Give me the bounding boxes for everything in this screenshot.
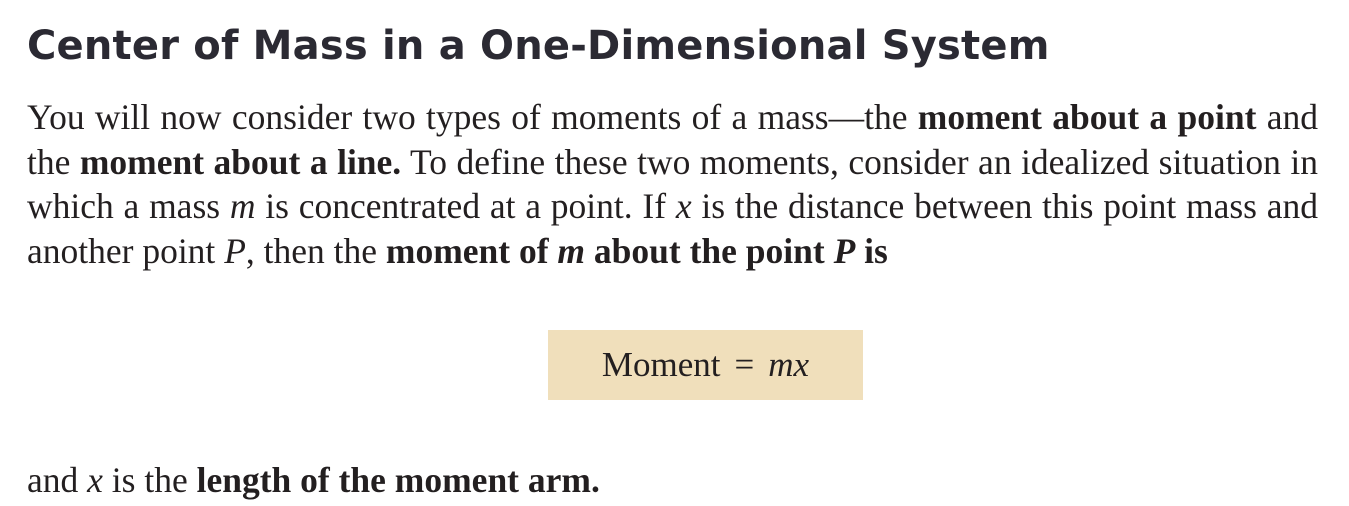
intro-paragraph: You will now consider two types of momen… [27,95,1318,273]
formula-label: Moment [601,345,721,384]
term-moment-arm: length of the moment arm. [196,460,600,500]
term-moment-about-point: moment about a point [917,97,1257,137]
closing-paragraph: and x is the length of the moment arm. [27,458,600,503]
var-m-bold: m [557,230,586,271]
var-m: m [229,186,256,226]
closing-text: and [27,460,88,500]
intro-text: , then the [245,230,386,271]
intro-text: is concentrated at a point. If [255,186,676,226]
term-moment-about-line: moment about a line. [79,141,402,182]
var-x: x [675,186,692,226]
var-p: P [224,230,246,271]
definition-term: moment of m about the point P is [385,230,888,271]
var-p-bold: P [833,230,856,271]
formula-box: Moment = mx [548,330,863,400]
intro-text: You will now consider two types of momen… [27,97,918,137]
section-heading: Center of Mass in a One-Dimensional Syst… [27,23,1050,69]
closing-text: is the [102,460,197,500]
formula-expression: mx [768,345,810,384]
formula-equals: = [734,345,755,384]
var-x: x [87,460,103,500]
